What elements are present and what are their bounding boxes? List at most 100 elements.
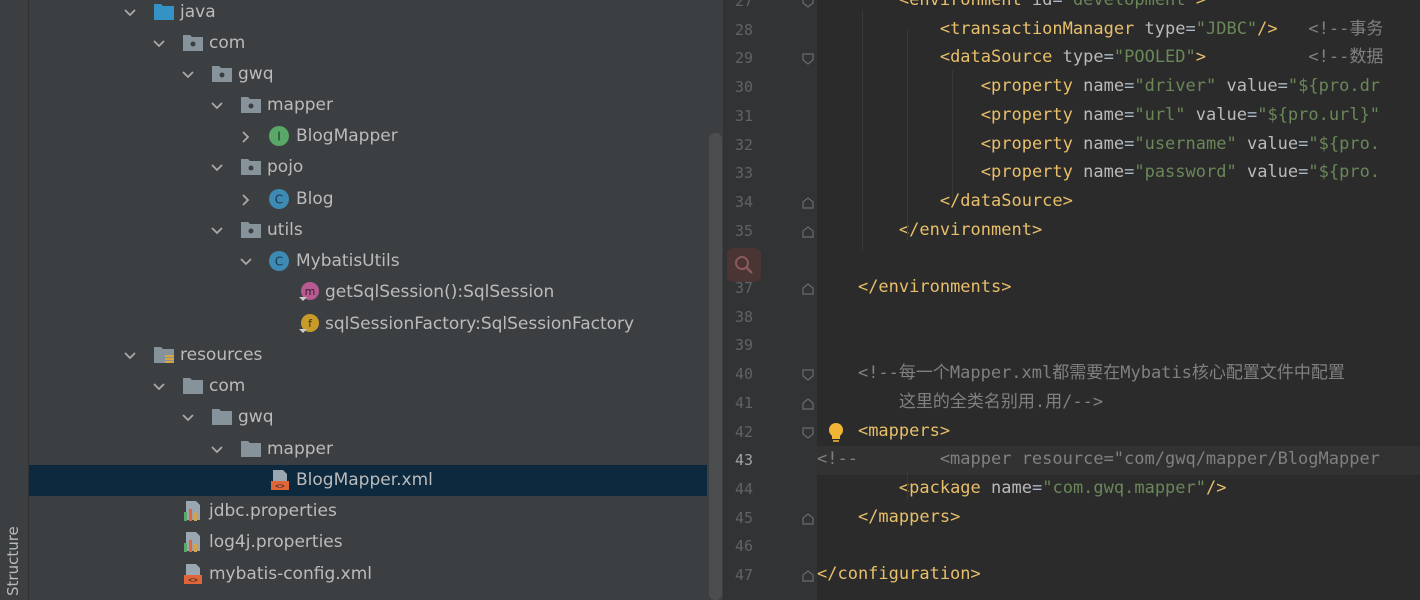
tree-row-label: gwq	[238, 407, 274, 427]
fold-close-icon[interactable]	[801, 195, 815, 209]
tree-row[interactable]: java	[29, 0, 723, 28]
line-number: 33	[734, 164, 753, 183]
code-line[interactable]: <environment id="development">	[817, 0, 1206, 15]
tree-row[interactable]: com	[29, 28, 723, 59]
code-line[interactable]: </dataSource>	[817, 187, 1073, 216]
tree-row-label: mybatis-config.xml	[209, 564, 372, 584]
line-number: 40	[734, 365, 753, 384]
structure-tab[interactable]: Structure	[4, 526, 22, 596]
line-number: 41	[734, 393, 753, 412]
fold-open-icon[interactable]	[801, 425, 815, 439]
chevron-down-icon[interactable]	[238, 254, 254, 270]
tree-row[interactable]: gwq	[29, 59, 723, 90]
code-line[interactable]: </configuration>	[817, 560, 981, 589]
folder-icon	[181, 375, 205, 397]
chevron-down-icon[interactable]	[209, 160, 225, 176]
chevron-down-icon[interactable]	[180, 67, 196, 83]
code-line[interactable]: <package name="com.gwq.mapper"/>	[817, 474, 1227, 503]
tree-row-label: com	[209, 376, 246, 396]
svg-text:<>: <>	[188, 576, 198, 585]
indent-guide	[907, 30, 908, 240]
chevron-down-icon[interactable]	[151, 379, 167, 395]
chevron-down-icon[interactable]	[122, 5, 138, 21]
package-icon	[181, 32, 205, 54]
code-line[interactable]: <property name="driver" value="${pro.dr	[817, 72, 1380, 101]
chevron-down-icon[interactable]	[122, 348, 138, 364]
code-line[interactable]: <property name="username" value="${pro.	[817, 130, 1380, 159]
svg-text:C: C	[275, 255, 283, 269]
line-number: 35	[734, 221, 753, 240]
tree-row[interactable]: C Blog	[29, 184, 723, 215]
tree-row-label: mapper	[267, 439, 334, 459]
line-number: 44	[734, 479, 753, 498]
code-line[interactable]: </environments>	[817, 273, 1012, 302]
code-line[interactable]: <dataSource type="POOLED"> <!--数据	[817, 43, 1384, 72]
code-line[interactable]: <transactionManager type="JDBC"/> <!--事务	[817, 15, 1384, 44]
tree-row-label: gwq	[238, 64, 274, 84]
tree-row-label: com	[209, 33, 246, 53]
code-line[interactable]: <!--每一个Mapper.xml都需要在Mybatis核心配置文件中配置	[817, 359, 1345, 388]
line-number: 43	[734, 451, 753, 470]
fold-open-icon[interactable]	[801, 51, 815, 66]
tree-row-label: getSqlSession():SqlSession	[325, 282, 555, 302]
properties-file-icon	[181, 531, 205, 553]
chevron-down-icon[interactable]	[209, 223, 225, 239]
fold-close-icon[interactable]	[801, 511, 815, 525]
package-icon	[239, 156, 263, 178]
code-line[interactable]: 这里的全类名别用.用/-->	[817, 388, 1103, 417]
package-icon	[239, 219, 263, 241]
code-line[interactable]: </mappers>	[817, 503, 960, 532]
lightbulb-icon[interactable]	[826, 422, 846, 444]
line-number: 42	[734, 422, 753, 441]
code-editor[interactable]: <environment id="development"> <transact…	[817, 0, 1420, 600]
chevron-down-icon[interactable]	[209, 442, 225, 458]
line-number: 38	[734, 307, 753, 326]
tree-row-label: java	[180, 2, 216, 22]
tree-scrollbar-thumb[interactable]	[709, 133, 722, 600]
line-number: 31	[734, 106, 753, 125]
tree-row[interactable]: C MybatisUtils	[29, 246, 723, 277]
structure-tool-strip: Structure	[0, 0, 29, 600]
tree-row[interactable]: gwq	[29, 402, 723, 433]
tree-row[interactable]: I BlogMapper	[29, 121, 723, 152]
tree-row-label: log4j.properties	[209, 532, 343, 552]
code-line[interactable]: <property name="url" value="${pro.url}"	[817, 101, 1380, 130]
folder-icon	[210, 406, 234, 428]
tree-row[interactable]: log4j.properties	[29, 527, 723, 558]
chevron-down-icon[interactable]	[180, 410, 196, 426]
fold-close-icon[interactable]	[801, 396, 815, 410]
tree-row[interactable]: com	[29, 371, 723, 402]
tree-row[interactable]: <> mybatis-config.xml	[29, 559, 723, 590]
chevron-right-icon[interactable]	[238, 129, 254, 145]
fold-open-icon[interactable]	[801, 367, 815, 381]
fold-close-icon[interactable]	[801, 224, 815, 238]
indent-guide	[907, 470, 908, 500]
indent-guide	[862, 10, 863, 250]
tree-row-label: BlogMapper.xml	[296, 470, 433, 490]
tree-row[interactable]: mapper	[29, 434, 723, 465]
fold-close-icon[interactable]	[801, 281, 815, 295]
chevron-down-icon[interactable]	[151, 36, 167, 52]
code-line[interactable]: <!-- <mapper resource="com/gwq/mapper/Bl…	[817, 445, 1380, 474]
chevron-down-icon[interactable]	[209, 98, 225, 114]
tree-row[interactable]: <> BlogMapper.xml	[29, 465, 723, 496]
tree-row[interactable]: mapper	[29, 90, 723, 121]
fold-open-icon[interactable]	[801, 0, 815, 8]
tree-row[interactable]: m getSqlSession():SqlSession	[29, 277, 723, 308]
tree-row[interactable]: pojo	[29, 152, 723, 183]
fold-close-icon[interactable]	[801, 568, 815, 582]
tree-row[interactable]: f sqlSessionFactory:SqlSessionFactory	[29, 309, 723, 340]
chevron-right-icon[interactable]	[238, 192, 254, 208]
project-tree[interactable]: java com gwq mapper I BlogMapper pojo C Blog util…	[29, 0, 723, 600]
line-number: 45	[734, 508, 753, 527]
line-number: 28	[734, 20, 753, 39]
tree-row[interactable]: utils	[29, 215, 723, 246]
code-line[interactable]: <property name="password" value="${pro.	[817, 158, 1380, 187]
tree-row[interactable]: jdbc.properties	[29, 496, 723, 527]
line-number: 39	[734, 336, 753, 355]
code-line[interactable]: </environment>	[817, 216, 1042, 245]
interface-icon: I	[268, 125, 292, 147]
tree-row-label: jdbc.properties	[209, 501, 337, 521]
line-number: 46	[734, 537, 753, 556]
tree-row[interactable]: resources	[29, 340, 723, 371]
